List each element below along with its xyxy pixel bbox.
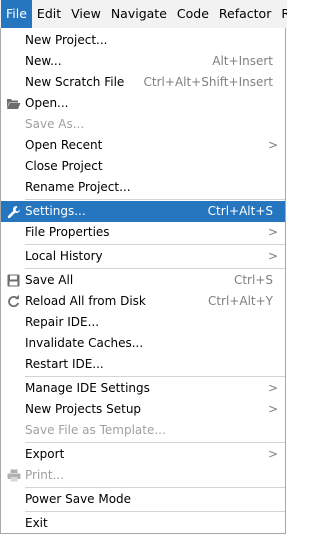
menu-separator — [25, 442, 285, 443]
shortcut-label: Alt+Insert — [212, 54, 273, 68]
menu-item-rename-project[interactable]: Rename Project... — [1, 177, 285, 198]
shortcut-label: Ctrl+S — [233, 273, 273, 287]
menu-item-export[interactable]: Export > — [1, 444, 285, 465]
chevron-right-icon: > — [267, 402, 278, 416]
menu-item-file-properties[interactable]: File Properties > — [1, 222, 285, 243]
menu-separator — [25, 244, 285, 245]
menu-item-label: Rename Project... — [25, 180, 131, 194]
menu-separator — [25, 199, 285, 200]
menu-item-label: Reload All from Disk — [25, 294, 146, 308]
menu-item-label: Local History — [25, 249, 103, 263]
menu-item-invalidate-caches[interactable]: Invalidate Caches... — [1, 333, 285, 354]
menu-item-label: Restart IDE... — [25, 357, 104, 371]
shortcut-label: Ctrl+Alt+Y — [207, 294, 273, 308]
menu-item-restart-ide[interactable]: Restart IDE... — [1, 354, 285, 375]
menu-item-save-as[interactable]: Save As... — [1, 114, 285, 135]
menu-item-reload-all[interactable]: Reload All from Disk Ctrl+Alt+Y — [1, 291, 285, 312]
menu-edit[interactable]: Edit — [32, 0, 66, 28]
menu-separator — [25, 511, 285, 512]
menu-item-label: Settings... — [25, 204, 86, 218]
wrench-icon — [6, 204, 21, 219]
chevron-right-icon: > — [267, 381, 278, 395]
menu-item-new-project[interactable]: New Project... — [1, 30, 285, 51]
menu-refactor[interactable]: Refactor — [214, 0, 276, 28]
menu-separator — [25, 487, 285, 488]
menu-item-label: Export — [25, 447, 65, 461]
file-menu-dropdown: New Project... New... Alt+Insert New Scr… — [0, 28, 286, 534]
menu-item-label: Repair IDE... — [25, 315, 100, 329]
menu-bar: File Edit View Navigate Code Refactor R — [0, 0, 287, 28]
menu-item-local-history[interactable]: Local History > — [1, 246, 285, 267]
menu-code[interactable]: Code — [172, 0, 214, 28]
menu-item-settings[interactable]: Settings... Ctrl+Alt+S — [1, 201, 285, 222]
menu-file[interactable]: File — [1, 0, 32, 28]
menu-item-label: New Project... — [25, 33, 108, 47]
menu-item-label: Save File as Template... — [25, 423, 166, 437]
menu-item-save-as-template[interactable]: Save File as Template... — [1, 420, 285, 441]
printer-icon — [6, 468, 21, 483]
menu-item-label: Manage IDE Settings — [25, 381, 150, 395]
menu-item-label: Save As... — [25, 117, 85, 131]
menu-view[interactable]: View — [66, 0, 106, 28]
menu-item-label: New... — [25, 54, 62, 68]
chevron-right-icon: > — [267, 447, 278, 461]
menu-item-repair-ide[interactable]: Repair IDE... — [1, 312, 285, 333]
menu-item-new-scratch-file[interactable]: New Scratch File Ctrl+Alt+Shift+Insert — [1, 72, 285, 93]
menu-item-manage-ide-settings[interactable]: Manage IDE Settings > — [1, 378, 285, 399]
menu-item-open-recent[interactable]: Open Recent > — [1, 135, 285, 156]
menu-item-close-project[interactable]: Close Project — [1, 156, 285, 177]
menu-run[interactable]: R — [276, 0, 287, 28]
menu-item-label: Power Save Mode — [25, 492, 132, 506]
chevron-right-icon: > — [267, 138, 278, 152]
menu-item-print[interactable]: Print... — [1, 465, 285, 486]
menu-item-label: File Properties — [25, 225, 110, 239]
refresh-icon — [6, 294, 21, 309]
menu-item-label: Close Project — [25, 159, 103, 173]
menu-item-open[interactable]: Open... — [1, 93, 285, 114]
menu-item-label: New Scratch File — [25, 75, 125, 89]
menu-item-save-all[interactable]: Save All Ctrl+S — [1, 270, 285, 291]
menu-item-power-save-mode[interactable]: Power Save Mode — [1, 489, 285, 510]
menu-item-exit[interactable]: Exit — [1, 513, 285, 534]
menu-item-new-projects-setup[interactable]: New Projects Setup > — [1, 399, 285, 420]
menu-item-label: New Projects Setup — [25, 402, 142, 416]
menu-item-label: Open Recent — [25, 138, 103, 152]
menu-separator — [25, 376, 285, 377]
menu-item-label: Save All — [25, 273, 74, 287]
menu-navigate[interactable]: Navigate — [106, 0, 172, 28]
menu-item-label: Open... — [25, 96, 69, 110]
menu-item-label: Exit — [25, 516, 48, 530]
shortcut-label: Ctrl+Alt+Shift+Insert — [143, 75, 273, 89]
shortcut-label: Ctrl+Alt+S — [207, 204, 273, 218]
menu-item-label: Print... — [25, 468, 65, 482]
menu-item-label: Invalidate Caches... — [25, 336, 144, 350]
chevron-right-icon: > — [267, 225, 278, 239]
floppy-disk-icon — [6, 273, 21, 288]
folder-open-icon — [6, 96, 21, 111]
chevron-right-icon: > — [267, 249, 278, 263]
menu-separator — [25, 268, 285, 269]
menu-item-new[interactable]: New... Alt+Insert — [1, 51, 285, 72]
